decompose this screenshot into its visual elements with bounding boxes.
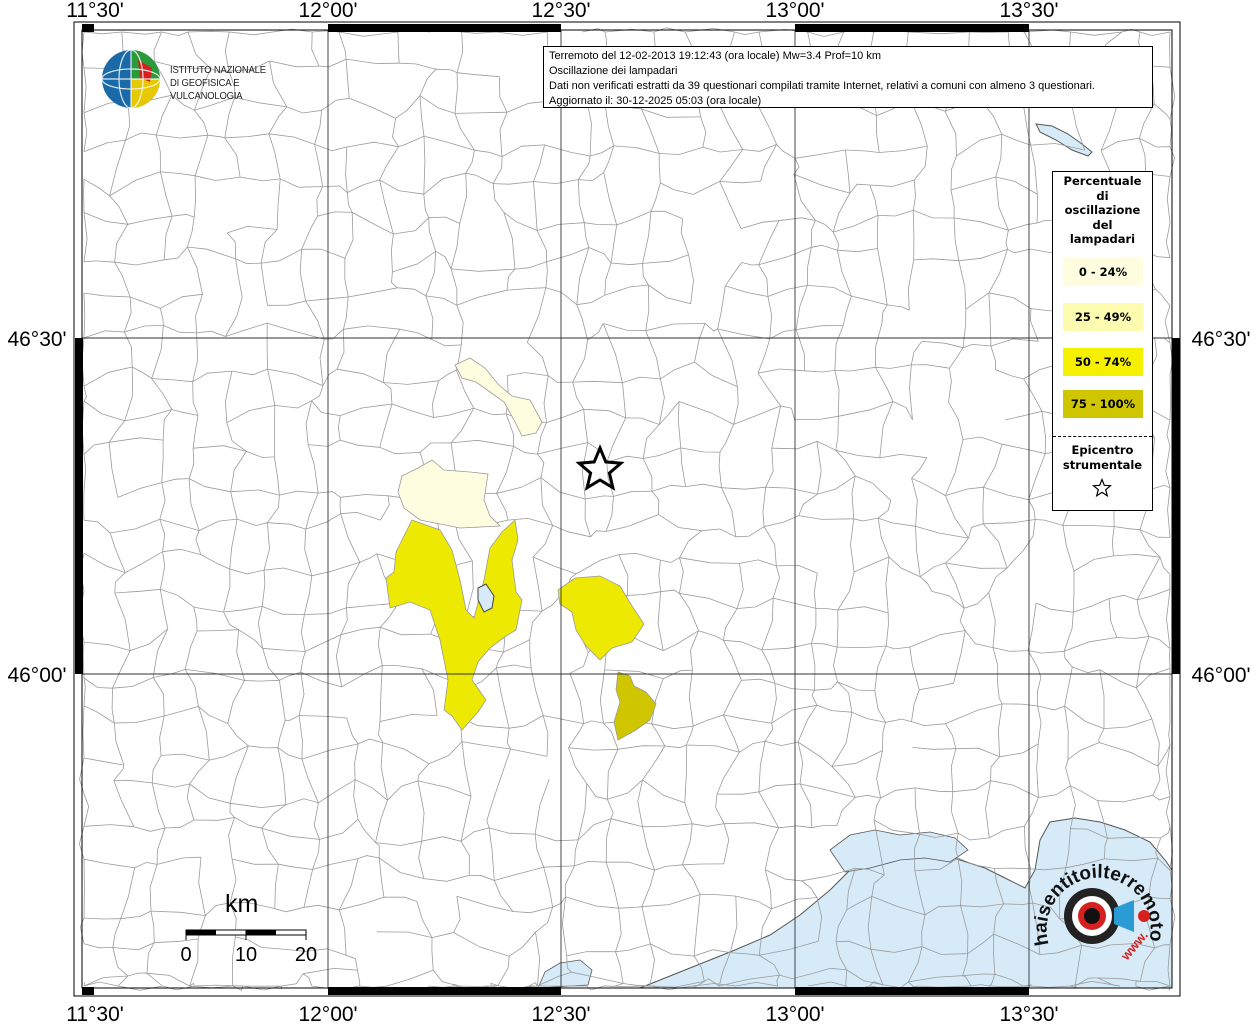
border-segment: [603, 985, 651, 987]
scale-tick-label: 20: [294, 944, 318, 966]
top-lon-label: 12°30': [531, 0, 590, 22]
bottom-lon-label: 13°30': [999, 1003, 1058, 1024]
top-lon-label: 11°30': [66, 0, 124, 22]
alert-icon: [1138, 910, 1150, 922]
legend-class-25-49: 25 - 49%: [1063, 303, 1143, 331]
event-title: Terremoto del 12-02-2013 19:12:43 (ora l…: [549, 50, 882, 62]
scale-tick-label: 0: [180, 944, 192, 966]
top-lon-label: 13°30': [999, 0, 1058, 22]
border-segment: [1168, 648, 1171, 669]
haisentito-logo: haisentitoilterremoto.it www.: [1027, 842, 1180, 983]
legend-class-0-24: 0 - 24%: [1063, 258, 1143, 286]
right-lat-label: 46°00': [1191, 664, 1250, 687]
update-timestamp: Aggiornato il: 30-12-2025 05:03 (ora loc…: [549, 95, 762, 107]
institute-name-line2: DI GEOFISICA E VULCANOLOGIA: [170, 77, 243, 102]
bottom-lon-label: 12°00': [298, 1003, 357, 1024]
legend-epicenter-line: strumentale: [1062, 458, 1143, 472]
top-lon-label: 12°00': [298, 0, 357, 22]
left-lat-label: 46°30': [7, 328, 66, 351]
scale-tick-label: 10: [234, 944, 258, 966]
ingv-logo: ISTITUTO NAZIONALE DI GEOFISICA E VULCAN…: [100, 48, 320, 110]
legend-title-line: di: [1096, 188, 1109, 203]
bottom-lon-label: 12°30': [531, 1003, 590, 1024]
border-segment: [1169, 31, 1171, 68]
legend-epicenter-line: Epicentro: [1071, 443, 1134, 457]
bottom-lon-label: 13°00': [765, 1003, 824, 1024]
institute-name-line1: ISTITUTO NAZIONALE: [170, 64, 266, 76]
target-icon: [1064, 888, 1120, 944]
legend-title-line: Percentuale: [1063, 174, 1142, 188]
map-legend: Percentuale di oscillazione del lampadar…: [1052, 171, 1153, 511]
legend-class-75-100: 75 - 100%: [1063, 390, 1143, 418]
border-segment: [969, 31, 1009, 33]
legend-title-line: del: [1092, 217, 1113, 232]
right-lat-label: 46°30': [1191, 328, 1250, 351]
globe-icon: [101, 49, 161, 109]
legend-title-line: lampadari: [1069, 232, 1136, 246]
legend-class-50-74: 50 - 74%: [1063, 348, 1143, 376]
legend-separator: [1053, 436, 1152, 437]
map-subject: Oscillazione dei lampadari: [549, 65, 678, 77]
top-lon-label: 13°00': [765, 0, 824, 22]
map-area: [82, 30, 1172, 988]
border-segment: [1169, 374, 1171, 421]
data-note: Dati non verificati estratti da 39 quest…: [549, 80, 1095, 92]
bottom-lon-label: 11°30': [66, 1003, 124, 1024]
legend-title: Percentuale di oscillazione del lampadar…: [1053, 174, 1152, 247]
brand-prefix: www.: [1117, 928, 1151, 964]
haisentito-logo-graphic: haisentitoilterremoto.it www.: [1027, 842, 1167, 964]
star-icon: [1092, 478, 1112, 498]
event-info-box: Terremoto del 12-02-2013 19:12:43 (ora l…: [543, 46, 1153, 108]
legend-epicenter-label: Epicentro strumentale: [1053, 443, 1152, 473]
scale-bar: km 0 10 20: [170, 890, 340, 970]
scale-unit: km: [225, 890, 259, 918]
legend-title-line: oscillazione: [1064, 203, 1141, 217]
left-lat-label: 46°00': [7, 664, 66, 687]
